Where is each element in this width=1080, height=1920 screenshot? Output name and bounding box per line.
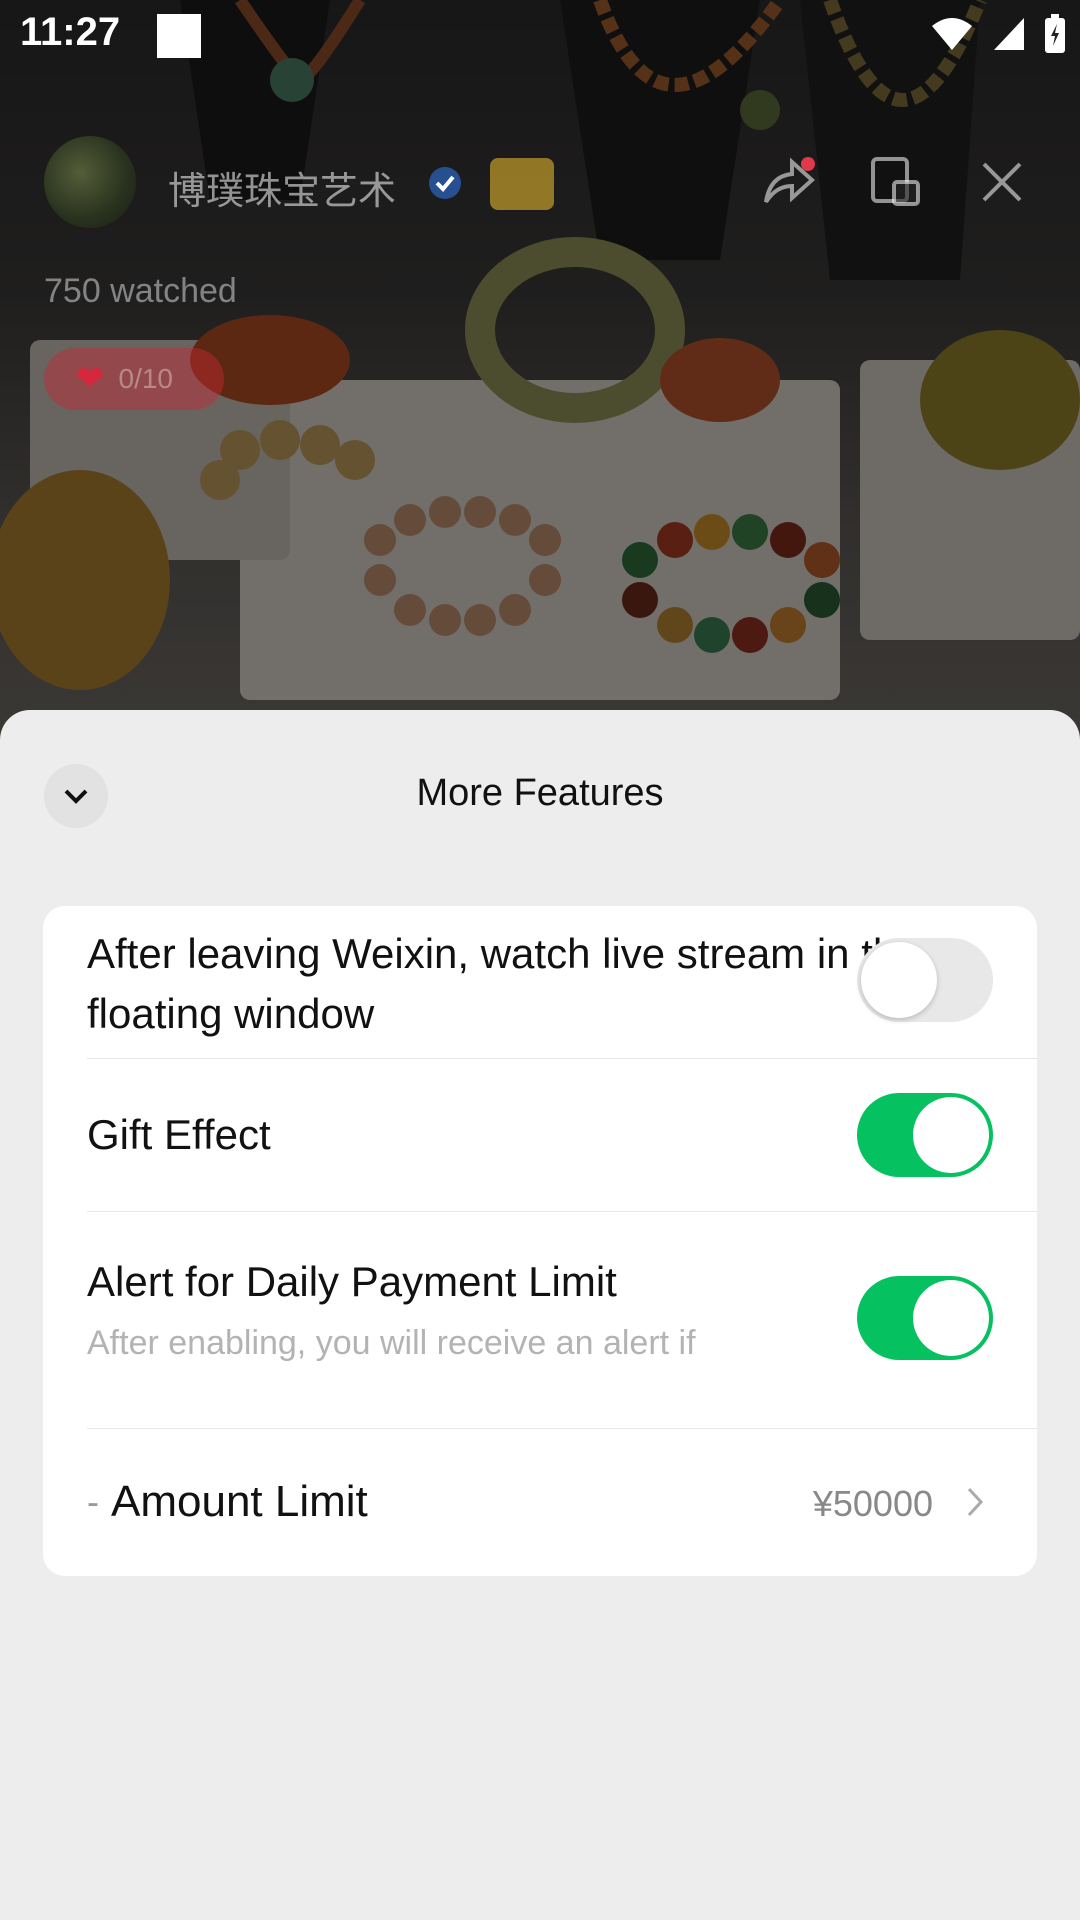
- heart-icon: ❤: [76, 360, 105, 398]
- status-icons: [930, 14, 1066, 54]
- floating-window-toggle[interactable]: [857, 938, 993, 1022]
- notification-icon: [157, 14, 201, 58]
- gift-effect-label: Gift Effect: [87, 1111, 271, 1158]
- gift-effect-row[interactable]: Gift Effect: [43, 1059, 1037, 1211]
- amount-limit-label: Amount Limit: [111, 1477, 368, 1526]
- live-header: 博璞珠宝艺术: [0, 120, 1080, 250]
- anchor-badge-icon: [490, 158, 554, 210]
- payment-alert-label: Alert for Daily Payment Limit: [87, 1258, 617, 1305]
- close-icon[interactable]: [980, 160, 1024, 204]
- more-features-sheet: More Features After leaving Weixin, watc…: [0, 710, 1080, 1920]
- amount-limit-row[interactable]: - Amount Limit ¥50000: [43, 1429, 1037, 1576]
- payment-alert-description: After enabling, you will receive an aler…: [87, 1324, 696, 1362]
- payment-alert-row[interactable]: Alert for Daily Payment Limit After enab…: [43, 1212, 1037, 1428]
- status-bar: 11:27: [0, 0, 1080, 74]
- verified-icon: [429, 167, 461, 199]
- sheet-title: More Features: [416, 772, 664, 814]
- gift-effect-toggle[interactable]: [857, 1093, 993, 1177]
- amount-prefix: -: [87, 1481, 99, 1522]
- channel-avatar[interactable]: [44, 136, 136, 228]
- status-time: 11:27: [20, 10, 121, 54]
- channel-name[interactable]: 博璞珠宝艺术: [168, 160, 396, 215]
- features-card: After leaving Weixin, watch live stream …: [43, 906, 1037, 1576]
- signal-icon: [994, 18, 1024, 50]
- amount-limit-value: ¥50000: [812, 1483, 933, 1524]
- likes-count: 0/10: [118, 363, 174, 394]
- watched-count: 750 watched: [44, 272, 237, 310]
- payment-alert-toggle[interactable]: [857, 1276, 993, 1360]
- battery-icon: [1045, 14, 1065, 53]
- wifi-icon: [932, 18, 972, 50]
- chevron-right-icon: [967, 1487, 984, 1517]
- floating-window-row[interactable]: After leaving Weixin, watch live stream …: [43, 906, 1037, 1058]
- share-icon[interactable]: [760, 156, 816, 208]
- floating-window-icon[interactable]: [870, 156, 922, 208]
- floating-window-label: After leaving Weixin, watch live stream …: [87, 930, 920, 1037]
- likes-pill[interactable]: ❤ 0/10: [44, 348, 224, 410]
